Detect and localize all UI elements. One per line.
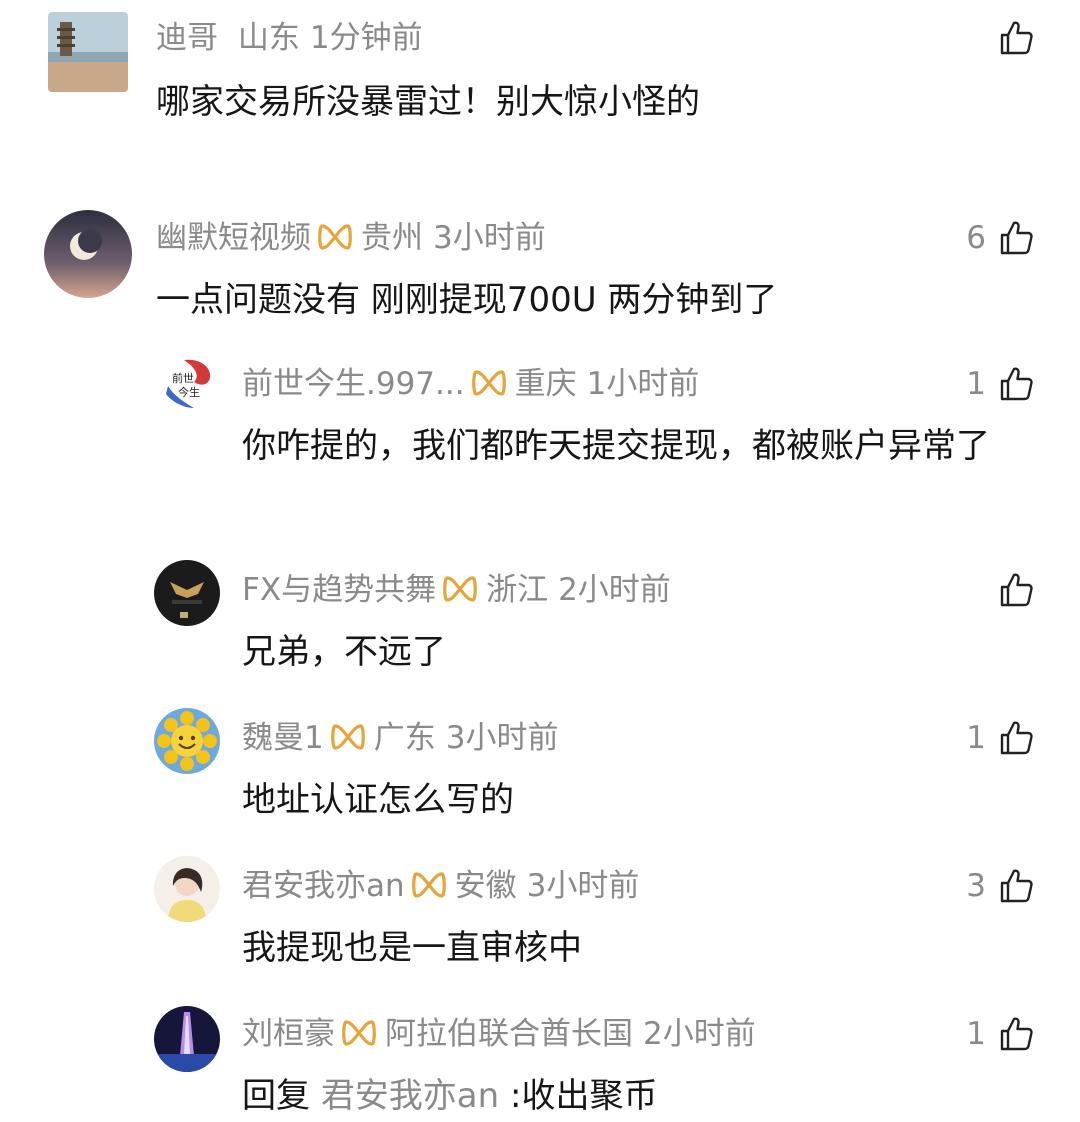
vip-badge-icon	[330, 722, 366, 752]
avatar[interactable]	[154, 708, 220, 774]
location: 浙江	[486, 572, 549, 608]
reply-meta: FX与趋势共舞 浙江 2小时前	[242, 570, 671, 610]
like-count: 1	[966, 1016, 986, 1052]
location: 阿拉伯联合酋长国	[385, 1016, 633, 1052]
timestamp: 1分钟前	[309, 20, 423, 56]
reply-meta: 魏曼1 广东 3小时前	[242, 718, 558, 758]
like-button[interactable]: 1	[966, 1014, 1036, 1054]
vip-badge-icon	[341, 1018, 377, 1048]
thumbs-up-icon[interactable]	[996, 866, 1036, 906]
vip-badge-icon	[471, 368, 507, 398]
username[interactable]: 前世今生.997...	[242, 366, 465, 402]
like-count: 3	[966, 868, 986, 904]
location: 山东	[237, 20, 300, 56]
comment-text: 一点问题没有 刚刚提现700U 两分钟到了	[156, 280, 778, 320]
comment-meta: 迪哥 山东 1分钟前	[156, 18, 423, 58]
timestamp: 3小时前	[445, 720, 559, 756]
thumbs-up-icon[interactable]	[996, 1014, 1036, 1054]
reply-body: :收出聚币	[510, 1076, 658, 1116]
avatar[interactable]	[44, 210, 132, 298]
timestamp: 2小时前	[643, 1016, 756, 1052]
username[interactable]: 迪哥	[156, 20, 218, 56]
thumbs-up-icon[interactable]	[996, 218, 1036, 258]
vip-badge-icon	[411, 870, 447, 900]
thumbs-up-icon[interactable]	[996, 718, 1036, 758]
reply-text: 地址认证怎么写的	[242, 780, 514, 820]
like-button[interactable]	[986, 570, 1036, 610]
avatar[interactable]	[154, 1006, 220, 1072]
vip-badge-icon	[317, 222, 353, 252]
like-button[interactable]: 1	[966, 364, 1036, 404]
comment-meta: 幽默短视频 贵州 3小时前	[156, 218, 546, 258]
username[interactable]: 魏曼1	[242, 720, 324, 756]
location: 重庆	[514, 366, 577, 402]
avatar[interactable]	[154, 560, 220, 626]
reply-text: 兄弟，不远了	[242, 632, 446, 672]
avatar[interactable]	[48, 12, 128, 92]
reply-meta: 前世今生.997... 重庆 1小时前	[242, 364, 699, 404]
like-button[interactable]	[986, 18, 1036, 58]
like-count: 1	[966, 720, 986, 756]
reply-meta: 刘桓豪 阿拉伯联合酋长国 2小时前	[242, 1014, 756, 1054]
location: 贵州	[361, 220, 423, 256]
thumbs-up-icon[interactable]	[996, 570, 1036, 610]
svg-text:前世: 前世	[172, 371, 194, 385]
reply-text: 回复 君安我亦an :收出聚币	[242, 1070, 657, 1122]
reply-target-username[interactable]: 君安我亦an	[321, 1076, 499, 1116]
username[interactable]: FX与趋势共舞	[242, 572, 436, 608]
thumbs-up-icon[interactable]	[996, 18, 1036, 58]
reply-meta: 君安我亦an 安徽 3小时前	[242, 866, 639, 906]
avatar[interactable]: 前世 今生	[154, 352, 220, 418]
reply-text: 我提现也是一直审核中	[242, 928, 582, 968]
timestamp: 2小时前	[558, 572, 671, 608]
reply-prefix: 回复	[242, 1076, 310, 1116]
vip-badge-icon	[442, 574, 478, 604]
like-button[interactable]: 6	[966, 218, 1036, 258]
like-button[interactable]: 1	[966, 718, 1036, 758]
like-button[interactable]: 3	[966, 866, 1036, 906]
avatar[interactable]	[154, 856, 220, 922]
location: 广东	[373, 720, 436, 756]
thumbs-up-icon[interactable]	[996, 364, 1036, 404]
reply-text: 你咋提的，我们都昨天提交提现，都被账户异常了	[242, 426, 990, 466]
location: 安徽	[454, 868, 517, 904]
comment-text: 哪家交易所没暴雷过！别大惊小怪的	[156, 82, 700, 122]
timestamp: 3小时前	[433, 220, 546, 256]
svg-text:今生: 今生	[178, 385, 200, 399]
username[interactable]: 君安我亦an	[242, 868, 405, 904]
like-count: 1	[966, 366, 986, 402]
username[interactable]: 幽默短视频	[156, 220, 311, 256]
timestamp: 1小时前	[586, 366, 700, 402]
like-count: 6	[966, 220, 986, 256]
username[interactable]: 刘桓豪	[242, 1016, 335, 1052]
timestamp: 3小时前	[526, 868, 640, 904]
